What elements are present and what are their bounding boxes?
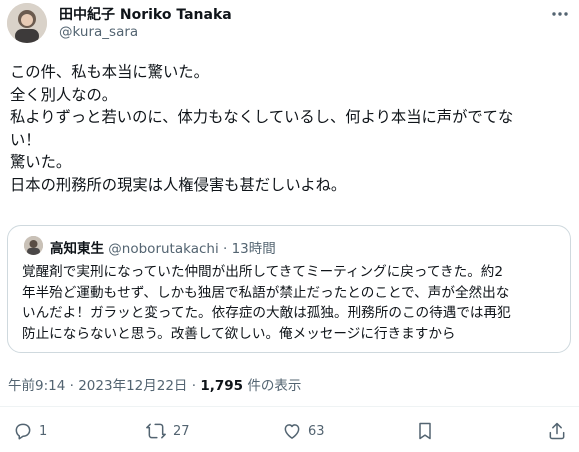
bookmark-button[interactable] (416, 420, 434, 442)
bookmark-icon (419, 422, 431, 440)
tweet-line: い！ (10, 130, 41, 149)
quoted-line: 年半殆ど運動もせず、しかも独居で私語が禁止だったとのことで、声が全然出な (22, 284, 510, 301)
author-handle[interactable]: @kura_sara (59, 24, 138, 40)
retweet-count: 27 (173, 423, 190, 439)
quoted-separator: · (223, 241, 228, 257)
more-dots-icon (552, 12, 568, 16)
views-label: 件の表示 (247, 378, 302, 394)
share-button[interactable] (547, 420, 567, 442)
meta-separator: · (191, 378, 197, 394)
quoted-line: 覚醒剤で実刑になっていた仲間が出所してきてミーティングに戻ってきた。約2 (22, 264, 504, 280)
retweet-button[interactable]: 27 (145, 420, 190, 442)
like-count: 63 (308, 423, 325, 439)
quoted-time[interactable]: 13時間 (232, 241, 276, 257)
author-avatar[interactable] (7, 3, 47, 43)
tweet-date[interactable]: 2023年12月22日 (78, 378, 187, 394)
quoted-author-avatar[interactable] (24, 236, 43, 255)
tweet-text: この件、私も本当に驚いた。 全く別人なの。 私よりずっと若いのに、体力もなくして… (10, 61, 572, 196)
tweet-card: 田中紀子 Noriko Tanaka @kura_sara この件、私も本当に驚… (0, 0, 579, 452)
reply-count: 1 (39, 423, 48, 439)
views-count: 1,795 (200, 378, 244, 394)
tweet-line: 私よりずっと若いのに、体力もなくしているし、何より本当に声がでてな (10, 108, 514, 126)
tweet-line: 日本の刑務所の現実は人権侵害も甚だしいよね。 (10, 175, 347, 194)
tweet-line: この件、私も本当に驚いた。 (10, 63, 209, 81)
retweet-icon (146, 423, 166, 439)
tweet-time[interactable]: 午前9:14 (8, 378, 65, 394)
quoted-tweet[interactable]: 高知東生 @noborutakachi · 13時間 覚醒剤で実刑になっていた仲… (7, 225, 571, 353)
reply-icon (15, 423, 31, 440)
heart-icon (284, 424, 300, 439)
more-options-button[interactable] (549, 3, 571, 25)
reply-button[interactable]: 1 (13, 420, 47, 442)
divider (0, 406, 579, 407)
quoted-text: 覚醒剤で実刑になっていた仲間が出所してきてミーティングに戻ってきた。約2 年半殆… (22, 262, 562, 344)
tweet-line: 全く別人なの。 (10, 85, 118, 104)
meta-separator: · (69, 378, 74, 394)
quoted-author-handle[interactable]: @noborutakachi (108, 241, 218, 257)
quoted-author-name[interactable]: 高知東生 (50, 241, 104, 257)
share-icon (549, 422, 565, 440)
quoted-line: 防止にならないと思う。改善して欲しい。俺メッセージに行きますから (22, 325, 456, 342)
quoted-header: 高知東生 @noborutakachi · 13時間 (50, 237, 276, 257)
tweet-meta: 午前9:14 · 2023年12月22日 · 1,795 件の表示 (8, 374, 301, 394)
quoted-line: いんだよ！ガラッと変ってた。依存症の大敵は孤独。刑務所のこの待遇では再犯 (22, 305, 511, 322)
like-button[interactable]: 63 (282, 420, 325, 442)
author-name[interactable]: 田中紀子 Noriko Tanaka (59, 4, 232, 24)
tweet-line: 驚いた。 (10, 153, 72, 171)
